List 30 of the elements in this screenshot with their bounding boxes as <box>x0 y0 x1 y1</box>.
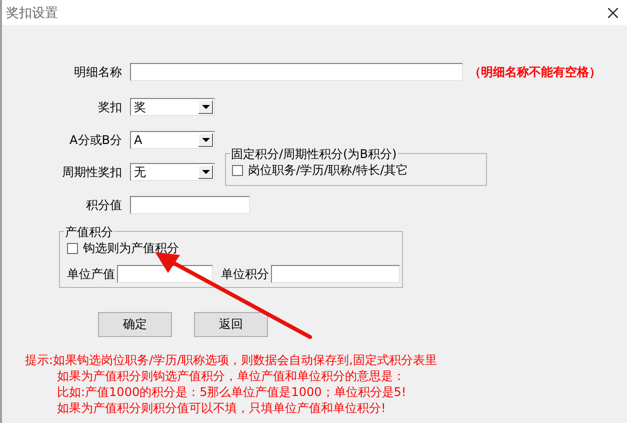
hint-text: 提示:如果钩选岗位职务/学历/职称选项，则数据会自动保存到,固定式积分表里 <box>24 352 438 368</box>
hint-text: 比如:产值1000的积分是：5那么单位产值是1000；单位积分是5! <box>56 384 408 400</box>
group-title: 产值积分 <box>64 224 114 241</box>
warning-note: （明细名称不能有空格） <box>469 64 601 80</box>
input-field[interactable] <box>130 63 463 81</box>
group-title: 固定积分/周期性积分(为B积分) <box>230 146 398 163</box>
field-label: 奖扣 <box>97 98 123 116</box>
dropdown[interactable]: 无 <box>130 163 215 181</box>
dropdown-arrow-icon <box>202 105 210 109</box>
checkbox-label: 钩选则为产值积分 <box>83 240 179 257</box>
dropdown-arrow-icon <box>202 138 210 142</box>
button[interactable]: 返回 <box>194 312 268 337</box>
field-label: 明细名称 <box>73 64 123 80</box>
window-title: 奖扣设置 <box>6 4 58 22</box>
field-label: 积分值 <box>85 196 123 214</box>
field-label: 单位积分 <box>221 266 269 282</box>
hint-text: 如果为产值积分则钩选产值积分，单位产值和单位积分的意思是： <box>56 368 406 384</box>
dropdown-arrow-icon <box>202 170 210 174</box>
button[interactable]: 确定 <box>98 312 172 337</box>
checkbox[interactable] <box>232 165 243 176</box>
input-field[interactable] <box>130 196 250 214</box>
dropdown[interactable]: A <box>130 131 215 149</box>
dropdown[interactable]: 奖 <box>130 98 215 116</box>
field-label: A分或B分 <box>68 132 123 148</box>
input-field[interactable] <box>271 265 400 283</box>
checkbox-label: 岗位职务/学历/职称/特长/其它 <box>248 162 408 179</box>
checkbox[interactable] <box>67 243 78 254</box>
field-label: 单位产值 <box>67 266 115 282</box>
hint-text: 如果为产值积分则积分值可以不填，只填单位产值和单位积分! <box>56 400 387 416</box>
field-label: 周期性奖扣 <box>61 164 123 180</box>
